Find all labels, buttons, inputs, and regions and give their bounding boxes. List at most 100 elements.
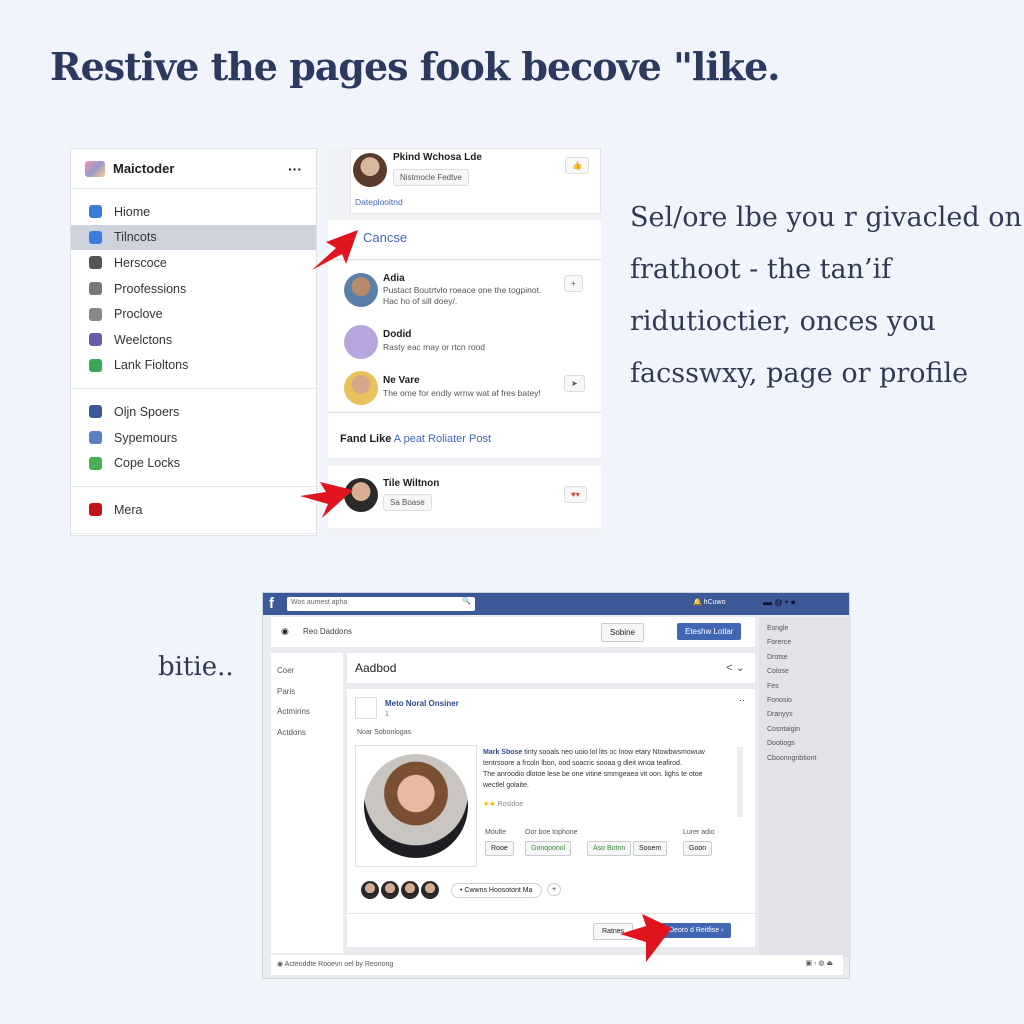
person-name: Tile Wiltnon	[383, 478, 440, 489]
see-button[interactable]: Sa Boase	[383, 494, 432, 511]
sidebar-item-weelctons[interactable]: Weelctons	[71, 327, 316, 353]
field-label: Moulte	[485, 829, 507, 836]
text-line: facsswxy, page or profile	[630, 358, 969, 389]
avatar	[353, 153, 387, 187]
profile-button[interactable]: Nistmocle Fedtve	[393, 169, 469, 186]
add-icon[interactable]: +	[547, 883, 562, 896]
search-input[interactable]: Wos aumest apha 🔍	[287, 597, 475, 611]
sidebar-item-label: Cope Locks	[114, 456, 181, 471]
text-line: frathoot - the tan’if	[630, 254, 892, 285]
clock-icon	[89, 307, 102, 321]
post-meta: 1	[385, 711, 389, 718]
avatar-group	[361, 881, 439, 899]
avatar	[344, 325, 378, 359]
sidebar-item-sypemours[interactable]: Sypemours	[71, 425, 316, 451]
sidebar-item-proclove[interactable]: Proclove	[71, 301, 316, 327]
sidebar-item-cope-locks[interactable]: Cope Locks	[71, 450, 316, 476]
document-icon	[89, 282, 102, 296]
sidebar-item-herscoce[interactable]: Herscoce	[71, 250, 316, 276]
portrait	[364, 754, 468, 858]
share-icon[interactable]: ➤	[564, 375, 585, 392]
sidebar-item-label: Weelctons	[114, 332, 173, 347]
find-like-link[interactable]: A peat Roliater Post	[394, 433, 491, 445]
more-icon[interactable]: ··	[739, 695, 745, 705]
contacts-icon	[89, 230, 102, 244]
reaction-icon[interactable]: ♥▾	[564, 486, 587, 503]
author-avatar	[355, 697, 377, 719]
audience-button[interactable]: • Cwwns Hoosotont Ma	[451, 883, 542, 898]
field-label: Oor boe tophone	[525, 829, 578, 836]
body-author[interactable]: Mark Sbose	[483, 749, 522, 756]
person-name: Ne Vare	[383, 375, 420, 386]
tag-button[interactable]: Goon	[683, 841, 713, 856]
facebook-icon	[89, 405, 102, 419]
top-bar: f Wos aumest apha 🔍 🔔 hCuwo ▬ ◍ • ●	[263, 593, 849, 615]
right-sidebar-item[interactable]: Cosntaigin	[767, 726, 800, 733]
sidebar-item-mera[interactable]: Mera	[71, 497, 316, 523]
scrollbar[interactable]	[737, 747, 743, 817]
right-sidebar-item[interactable]: Dootiogs	[767, 740, 795, 747]
sidebar-item-label: Tilncots	[114, 230, 157, 245]
nav-item[interactable]: Actdons	[277, 723, 310, 744]
rating: ★★ Rosldoe	[483, 801, 524, 808]
cancel-link[interactable]: Cancse	[363, 230, 407, 245]
page-avatar-icon: ◉	[281, 626, 289, 636]
more-icon[interactable]: ···	[288, 161, 302, 177]
right-sidebar-item[interactable]: Colose	[767, 668, 789, 675]
search-icon[interactable]: 🔍	[462, 597, 471, 605]
action-icon[interactable]: +	[564, 275, 583, 292]
link-icon	[89, 358, 102, 372]
tag-dropdown[interactable]: Gonqoonol	[525, 841, 572, 856]
person-text: The ome for endly wrnw wat af fres batey…	[383, 388, 541, 398]
post-subtitle: Noar Sobonlogas	[357, 729, 412, 736]
sidebar-item-label: Herscoce	[114, 255, 167, 270]
like-icon[interactable]: 👍	[565, 157, 589, 174]
app-logo-icon	[85, 160, 105, 177]
tag-button[interactable]: Sooem	[633, 841, 668, 856]
person-name: Adia	[383, 273, 405, 284]
nav-item[interactable]: Coer	[277, 661, 310, 682]
page-header: ◉ Reo Daddons Sobine Eteshw Lotlar	[271, 617, 755, 647]
right-sidebar: Esngle Forerce Drotse Colose Fes Fonosio Drany…	[759, 617, 851, 957]
post-author[interactable]: Meto Noral Onsiner	[385, 699, 459, 708]
sidebar-item-oljn-spoers[interactable]: Oljn Spoers	[71, 399, 316, 425]
page-name[interactable]: Reo Daddons	[303, 627, 352, 636]
footer-icons[interactable]: ▣ › ◍ ⏏	[805, 959, 833, 967]
right-sidebar-item[interactable]: Dranyys	[767, 711, 793, 718]
right-sidebar-item[interactable]: Cboonngnbtiont	[767, 755, 816, 762]
share-icon[interactable]: < ⌄	[726, 661, 745, 674]
headline: Restive the pages fook becove "like.	[50, 44, 780, 89]
right-sidebar-item[interactable]: Esngle	[767, 625, 788, 632]
sidebar-item-lank-fioltons[interactable]: Lank Fioltons	[71, 353, 316, 379]
profile-link[interactable]: Dateplooltnd	[355, 197, 403, 208]
sidebar-item-proofessions[interactable]: Proofessions	[71, 276, 316, 302]
sidebar-item-label: Proclove	[114, 307, 163, 322]
sidebar-item-tilncots[interactable]: Tilncots	[71, 224, 316, 251]
calendar-icon	[89, 456, 102, 470]
post-body: Mark Sbose tinty sooals neo uoio lol lit…	[483, 747, 723, 810]
top-icons[interactable]: ▬ ◍ • ●	[763, 597, 796, 608]
sidebar-item-label: Proofessions	[114, 281, 187, 296]
sidebar-item-label: Lank Fioltons	[114, 358, 189, 373]
right-sidebar-item[interactable]: Fonosio	[767, 697, 792, 704]
nav-item[interactable]: Paris	[277, 682, 310, 703]
right-sidebar-item[interactable]: Forerce	[767, 639, 791, 646]
sidebar-item-hiome[interactable]: Hiome	[71, 199, 316, 225]
notifications[interactable]: 🔔 hCuwo	[693, 598, 725, 606]
save-button[interactable]: Sobine	[601, 623, 644, 642]
right-sidebar-item[interactable]: Drotse	[767, 654, 788, 661]
tag-button[interactable]: Rooe	[485, 841, 514, 856]
post-body-2: The anroodio dlotoe lese be one vitine s…	[483, 771, 703, 789]
facebook-logo-icon[interactable]: f	[269, 595, 274, 612]
sidebar-group: Oljn Spoers Sypemours Cope Locks	[71, 389, 316, 487]
text-line: Sel/ore lbe you r givacled on	[630, 202, 1022, 233]
red-arrow-icon	[312, 230, 358, 270]
person-text: Rasty eac may or rtcn rood	[383, 342, 486, 352]
nav-item[interactable]: Actmirins	[277, 702, 310, 723]
right-sidebar-item[interactable]: Fes	[767, 683, 779, 690]
sidebar-header: Maictoder ···	[71, 149, 316, 189]
tag-button[interactable]: Aso Botnn	[587, 841, 632, 856]
red-arrow-icon	[620, 914, 672, 962]
sidebar-group: Hiome Tilncots Herscoce Proofessions Proclov…	[71, 189, 316, 390]
primary-button[interactable]: Eteshw Lotlar	[677, 623, 742, 640]
